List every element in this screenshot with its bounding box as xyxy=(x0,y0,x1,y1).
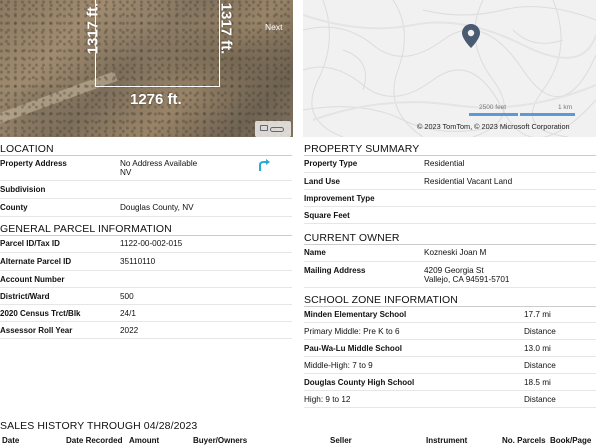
school-row-grades: Primary Middle: Pre K to 6 Distance xyxy=(304,323,596,340)
school-row-name: Minden Elementary School 17.7 mi xyxy=(304,306,596,323)
location-pin-icon[interactable] xyxy=(462,24,480,48)
map-style-toggle-icon[interactable] xyxy=(255,121,291,137)
column-header[interactable]: Buyer/Owners xyxy=(193,436,247,445)
road-map[interactable]: 2500 feet 1 km xyxy=(303,0,596,137)
school-row-grades: High: 9 to 12 Distance xyxy=(304,391,596,408)
row-county: County Douglas County, NV xyxy=(0,199,292,217)
row-parcel-id: Parcel ID/Tax ID 1122-00-002-015 xyxy=(0,235,292,253)
row-improvement-type: Improvement Type xyxy=(304,190,596,207)
school-row-name: Douglas County High School 18.5 mi xyxy=(304,374,596,391)
row-square-feet: Square Feet xyxy=(304,207,596,224)
row-alternate-parcel-id: Alternate Parcel ID 35110110 xyxy=(0,253,292,271)
column-header[interactable]: Seller xyxy=(330,436,352,445)
share-icon[interactable] xyxy=(257,158,273,172)
row-census-tract: 2020 Census Trct/Blk 24/1 xyxy=(0,305,292,322)
column-header[interactable]: No. Parcels xyxy=(502,436,546,445)
school-row-grades: Middle-High: 7 to 9 Distance xyxy=(304,357,596,374)
column-header[interactable]: Instrument xyxy=(426,436,467,445)
dimension-left: 1317 ft. xyxy=(84,2,102,55)
map-copyright: © 2023 TomTom, © 2023 Microsoft Corporat… xyxy=(417,122,570,131)
column-header[interactable]: Book/Page xyxy=(550,436,591,445)
row-assessor-roll-year: Assessor Roll Year 2022 xyxy=(0,322,292,339)
scale-bar-km xyxy=(520,113,575,116)
row-mailing-address: Mailing Address 4209 Georgia St Vallejo,… xyxy=(304,262,596,288)
next-button[interactable]: Next xyxy=(265,22,282,32)
property-address-state: NV xyxy=(120,168,132,177)
parcel-boundary xyxy=(95,0,220,87)
scale-km-label: 1 km xyxy=(558,104,573,111)
row-property-type: Property Type Residential xyxy=(304,155,596,173)
property-address-value: No Address Available xyxy=(120,159,198,168)
sales-history-title: SALES HISTORY THROUGH 04/28/2023 xyxy=(0,420,198,432)
column-header[interactable]: Amount xyxy=(129,436,159,445)
row-property-address: Property Address No Address Available NV xyxy=(0,155,292,181)
row-district-ward: District/Ward 500 xyxy=(0,288,292,305)
column-header[interactable]: Date xyxy=(2,436,19,445)
row-land-use: Land Use Residential Vacant Land xyxy=(304,173,596,190)
dimension-right: 1317 ft. xyxy=(217,2,235,55)
school-row-name: Pau-Wa-Lu Middle School 13.0 mi xyxy=(304,340,596,357)
row-subdivision: Subdivision xyxy=(0,181,292,199)
row-account-number: Account Number xyxy=(0,271,292,288)
scale-feet-label: 2500 feet xyxy=(479,104,507,111)
satellite-view[interactable]: 1317 ft. 1317 ft. 1276 ft. Next xyxy=(0,0,293,137)
scale-bar-feet xyxy=(469,113,518,116)
row-owner-name: Name Kozneski Joan M xyxy=(304,244,596,262)
column-header[interactable]: Date Recorded xyxy=(66,436,122,445)
dimension-bottom: 1276 ft. xyxy=(130,91,182,108)
